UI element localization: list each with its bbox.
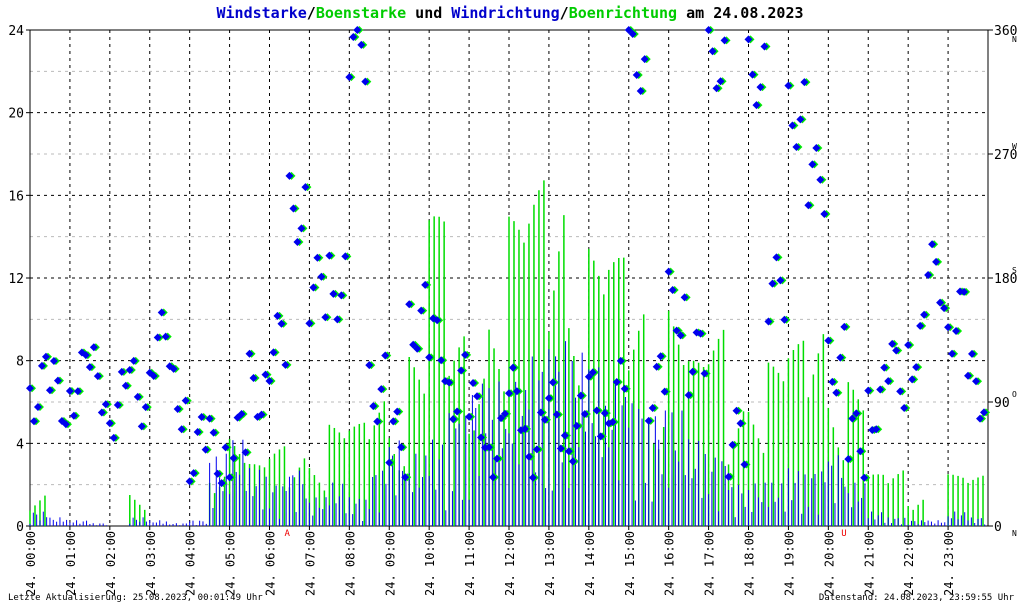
x-tick-label: 24. 07:00 xyxy=(303,531,317,596)
y-tick-label: 8 xyxy=(16,355,24,370)
x-tick-label: 24. 20:00 xyxy=(822,531,836,596)
x-tick-label: 24. 05:00 xyxy=(224,531,238,596)
x-tick-label: 24. 06:00 xyxy=(264,531,278,596)
y-tick-label: 4 xyxy=(16,437,24,452)
x-tick-label: 24. 19:00 xyxy=(782,531,796,596)
chart-frame: Windstarke/Boenstarke und Windrichtung/B… xyxy=(0,0,1020,606)
y-tick-label: 16 xyxy=(8,189,24,204)
wind-chart: 048121620240 N90O180S270W360N24. 00:00 24.… xyxy=(8,24,1017,596)
y2-tick-label: 0 xyxy=(994,520,1002,535)
compass-label: W xyxy=(1012,142,1017,151)
x-tick-label: 24. 17:00 xyxy=(703,531,717,596)
compass-label: S xyxy=(1012,266,1017,275)
x-tick-label: 24. 11:00 xyxy=(463,531,477,596)
x-tick-label: 24. 01:00 xyxy=(64,531,78,596)
sun-marker: U xyxy=(841,529,846,539)
y2-tick-label: 90 xyxy=(994,396,1010,411)
x-tick-label: 24. 15:00 xyxy=(623,531,637,596)
y-tick-label: 12 xyxy=(8,272,24,287)
sun-marker: A xyxy=(284,529,290,539)
x-tick-label: 24. 18:00 xyxy=(743,531,757,596)
compass-label: O xyxy=(1012,390,1017,399)
x-tick-label: 24. 02:00 xyxy=(104,531,118,596)
x-tick-label: 24. 23:00 xyxy=(942,531,956,596)
x-tick-label: 24. 12:00 xyxy=(503,531,517,596)
x-tick-label: 24. 16:00 xyxy=(663,531,677,596)
y-tick-label: 0 xyxy=(16,520,24,535)
x-tick-label: 24. 22:00 xyxy=(902,531,916,596)
x-tick-label: 24. 10:00 xyxy=(423,531,437,596)
compass-label: N xyxy=(1012,529,1017,538)
x-tick-label: 24. 09:00 xyxy=(383,531,397,596)
compass-label: N xyxy=(1012,35,1017,44)
x-tick-label: 24. 14:00 xyxy=(583,531,597,596)
y-tick-label: 24 xyxy=(8,24,24,39)
data-status: Datenstand: 24.08.2023, 23:59:55 Uhr xyxy=(818,593,1014,603)
x-tick-label: 24. 03:00 xyxy=(144,531,158,596)
last-update: Letzte Aktualisierung: 25.08.2023, 00:01… xyxy=(8,593,263,603)
x-tick-label: 24. 04:00 xyxy=(184,531,198,596)
y-tick-label: 20 xyxy=(8,107,24,122)
x-tick-label: 24. 13:00 xyxy=(543,531,557,596)
x-tick-label: 24. 00:00 xyxy=(24,531,38,596)
x-tick-label: 24. 21:00 xyxy=(862,531,876,596)
x-tick-label: 24. 08:00 xyxy=(343,531,357,596)
